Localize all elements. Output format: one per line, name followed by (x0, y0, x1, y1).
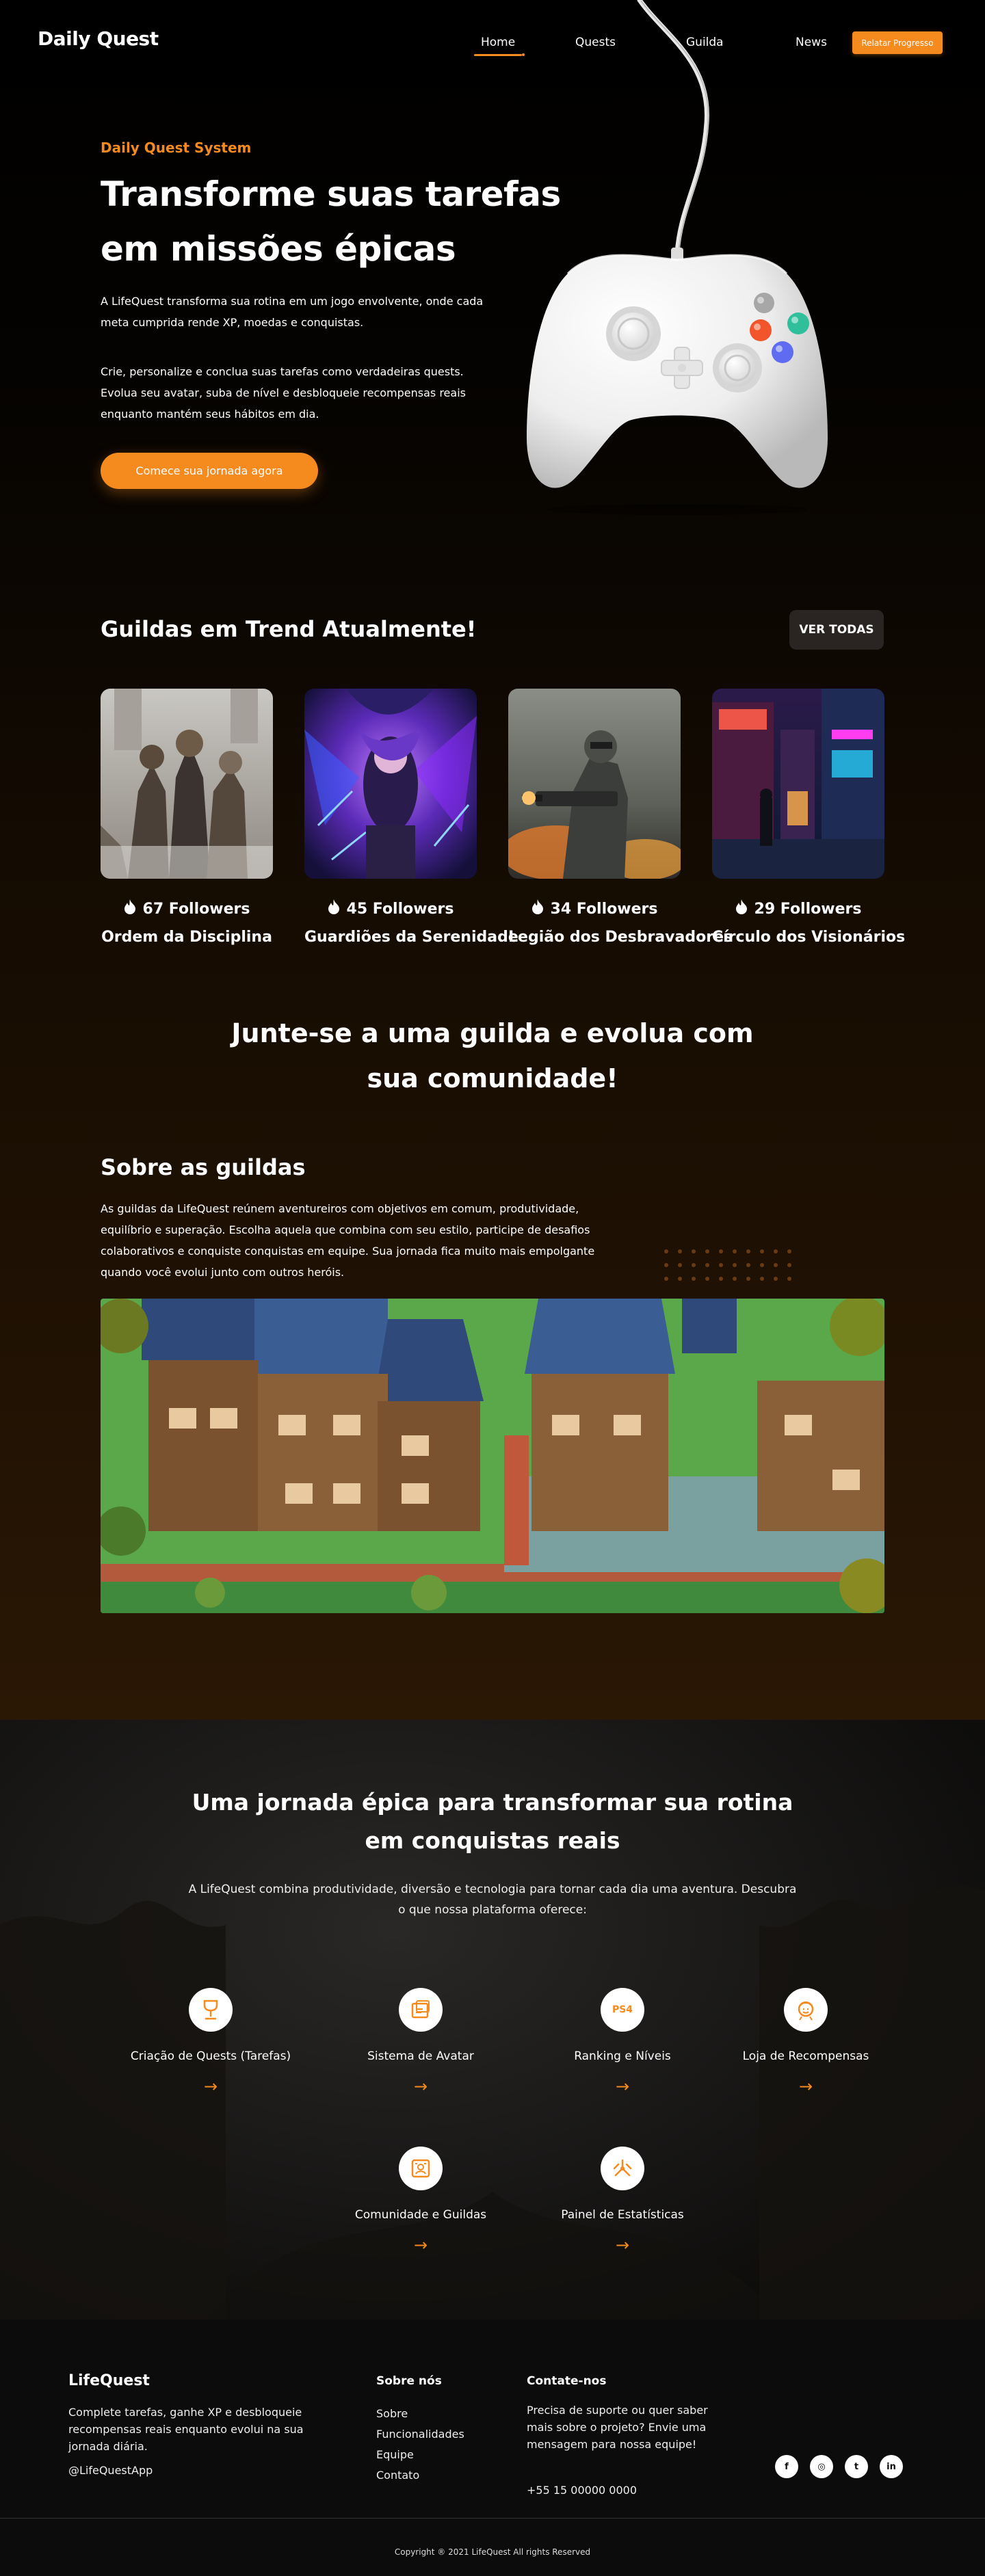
twitter-icon[interactable]: t (845, 2455, 868, 2478)
footer-description: Complete tarefas, ganhe XP e desbloqueie… (68, 2406, 304, 2453)
feature-label: Comunidade e Guildas (354, 2208, 487, 2222)
guild-card[interactable]: 67 Followers Ordem da Disciplina (101, 689, 273, 946)
start-journey-button[interactable]: Comece sua jornada agora (101, 453, 318, 489)
hero-tagline: Daily Quest System (101, 140, 252, 156)
guild-name: Círculo dos Visionários (712, 929, 906, 946)
feature-card[interactable]: Loja de Recompensas → (703, 1988, 908, 2095)
guild-image[interactable] (712, 689, 884, 879)
about-guilds-title: Sobre as guildas (101, 1154, 306, 1180)
hero-description-1: A LifeQuest transforma sua rotina em um … (101, 295, 484, 329)
arrow-right-icon[interactable]: → (318, 2078, 523, 2095)
footer-link-funcionalidades[interactable]: Funcionalidades (376, 2424, 464, 2445)
arrow-right-icon[interactable]: → (703, 2078, 908, 2095)
guild-card[interactable]: 45 Followers Guardiões da Serenidade (304, 689, 518, 946)
feature-card[interactable]: Criação de Quests (Tarefas) → (108, 1988, 313, 2095)
feature-label: Loja de Recompensas (742, 2049, 869, 2063)
stats-icon (601, 2147, 644, 2190)
guild-followers: 45 Followers (304, 899, 477, 918)
avatar-icon (399, 1988, 443, 2032)
about-guilds-text: As guildas da LifeQuest reúnem aventurei… (101, 1202, 595, 1279)
contact-text: Precisa de suporte ou quer saber mais so… (527, 2404, 708, 2451)
ps4-icon: PS4 (601, 1988, 644, 2032)
contact-phone[interactable]: +55 15 00000 0000 (527, 2484, 637, 2497)
feature-label: Painel de Estatísticas (561, 2208, 684, 2222)
game-controller-image (527, 0, 828, 515)
features-section: Uma jornada épica para transformar sua r… (0, 1720, 985, 2320)
footer-links: Sobre Funcionalidades Equipe Contato (376, 2404, 464, 2486)
facebook-icon[interactable]: f (775, 2455, 798, 2478)
guild-image[interactable] (101, 689, 273, 879)
decorative-dots (664, 1249, 791, 1281)
guild-name: Legião dos Desbravadores (508, 929, 733, 946)
feature-card[interactable]: Comunidade e Guildas → (318, 2147, 523, 2253)
footer-link-equipe[interactable]: Equipe (376, 2445, 464, 2465)
guild-followers: 67 Followers (101, 899, 273, 918)
instagram-icon[interactable]: ◎ (810, 2455, 833, 2478)
arrow-right-icon[interactable]: → (318, 2237, 523, 2253)
report-progress-button[interactable]: Relatar Progresso (852, 31, 943, 54)
footer-link-sobre[interactable]: Sobre (376, 2404, 464, 2424)
site-footer: LifeQuest Complete tarefas, ganhe XP e d… (0, 2320, 985, 2576)
join-guild-heading: Junte-se a uma guilda e evolua com sua c… (231, 1018, 754, 1093)
feature-label: Sistema de Avatar (367, 2049, 474, 2063)
pixel-town-image (101, 1299, 884, 1613)
social-links: f ◎ t in (775, 2455, 903, 2478)
guild-image[interactable] (304, 689, 477, 879)
arrow-right-icon[interactable]: → (108, 2078, 313, 2095)
social-handle[interactable]: @LifeQuestApp (68, 2464, 153, 2477)
flame-icon (328, 899, 340, 918)
feature-card[interactable]: Painel de Estatísticas → (520, 2147, 725, 2253)
guild-card[interactable]: 34 Followers Legião dos Desbravadores (508, 689, 733, 946)
about-us-title: Sobre nós (376, 2374, 442, 2388)
guild-name: Ordem da Disciplina (101, 929, 272, 946)
copyright-text: Copyright ® 2021 LifeQuest All rights Re… (394, 2547, 591, 2557)
feature-label: Criação de Quests (Tarefas) (130, 2049, 291, 2063)
flame-icon (531, 899, 544, 918)
flame-icon (124, 899, 136, 918)
guild-name: Guardiões da Serenidade (304, 929, 518, 946)
arrow-right-icon[interactable]: → (520, 2237, 725, 2253)
guild-followers: 34 Followers (508, 899, 681, 918)
features-subtitle: A LifeQuest combina produtividade, diver… (188, 1883, 797, 1917)
rewards-icon (784, 1988, 828, 2032)
footer-brand[interactable]: LifeQuest (68, 2372, 150, 2389)
community-icon (399, 2147, 443, 2190)
guild-followers: 29 Followers (712, 899, 884, 918)
features-title: Uma jornada épica para transformar sua r… (192, 1789, 793, 1854)
contact-title: Contate-nos (527, 2374, 607, 2388)
footer-link-contato[interactable]: Contato (376, 2465, 464, 2486)
see-all-guilds-button[interactable]: VER TODAS (789, 610, 884, 650)
guild-card[interactable]: 29 Followers Círculo dos Visionários (712, 689, 906, 946)
guild-image[interactable] (508, 689, 681, 879)
trending-guilds-title: Guildas em Trend Atualmente! (101, 616, 477, 642)
arrow-right-icon[interactable]: → (520, 2078, 725, 2095)
feature-card[interactable]: PS4 Ranking e Níveis → (520, 1988, 725, 2095)
linkedin-icon[interactable]: in (880, 2455, 903, 2478)
feature-label: Ranking e Níveis (574, 2049, 671, 2063)
flame-icon (735, 899, 748, 918)
footer-divider (0, 2518, 985, 2519)
hero-description-2: Crie, personalize e conclua suas tarefas… (101, 365, 466, 421)
quest-icon (189, 1988, 233, 2032)
feature-card[interactable]: Sistema de Avatar → (318, 1988, 523, 2095)
